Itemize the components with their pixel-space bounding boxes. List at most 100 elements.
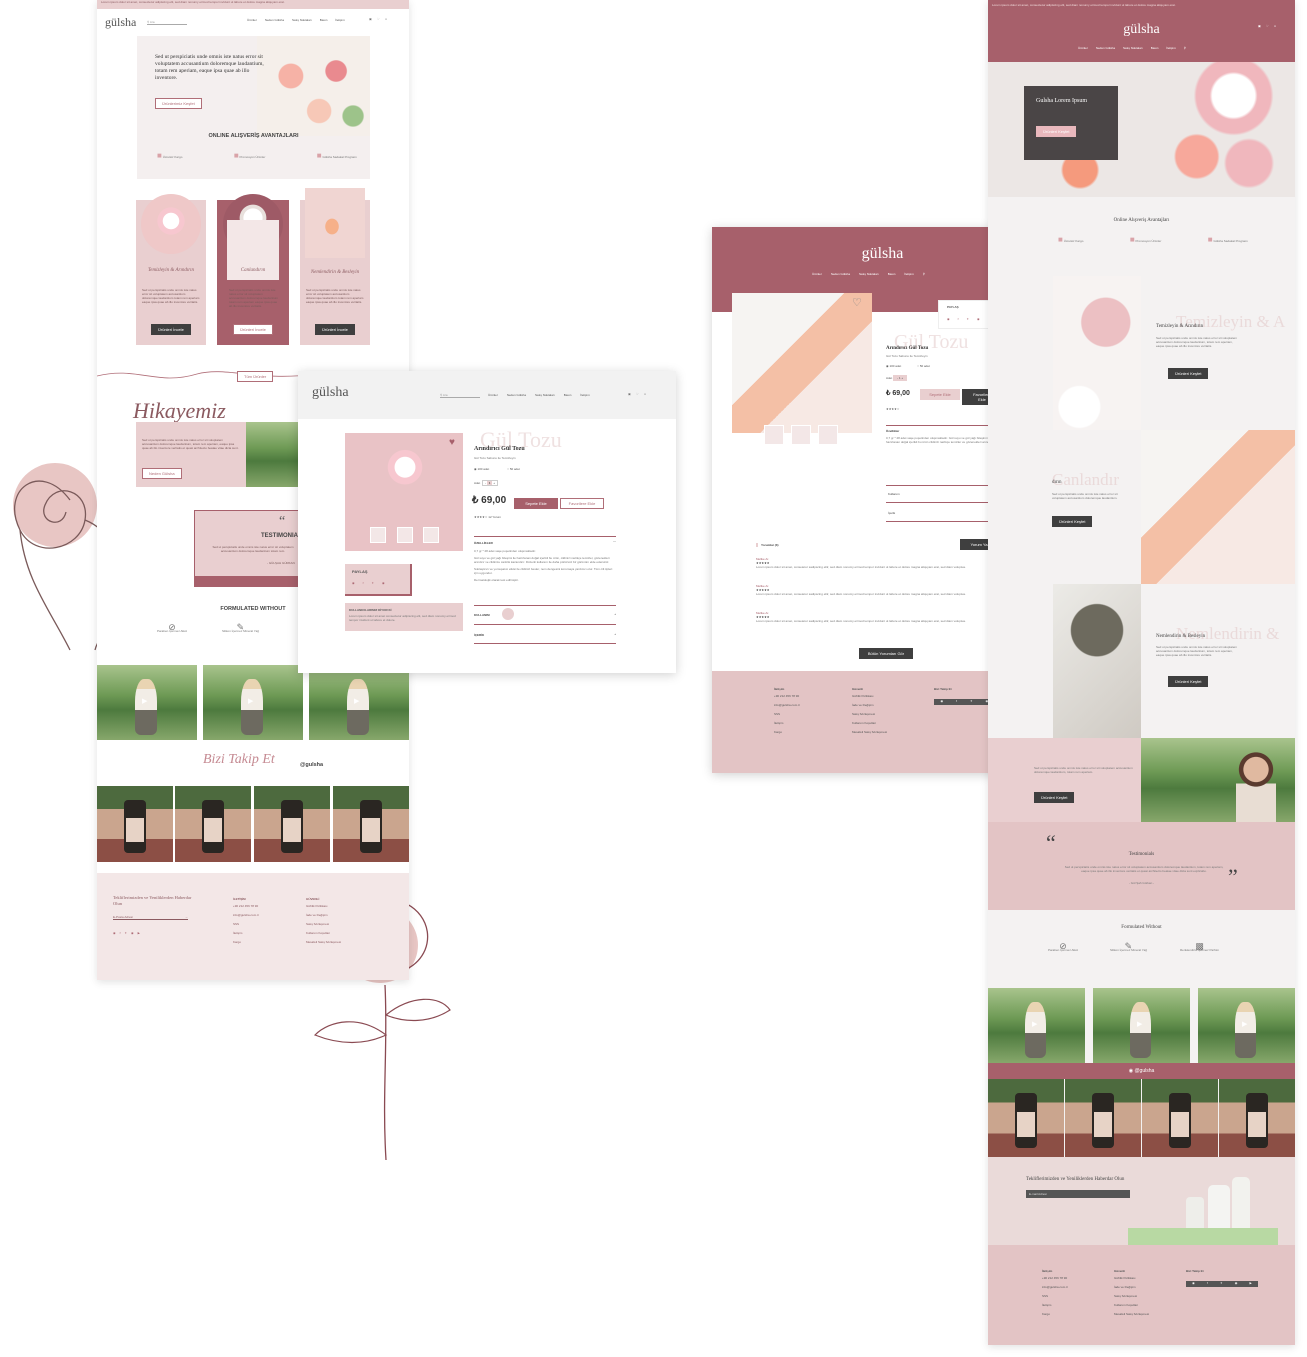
play-icon[interactable]: ▶ — [142, 697, 147, 705]
logo[interactable]: gülsha — [988, 22, 1295, 38]
heart-icon[interactable]: ♡ — [636, 392, 639, 396]
newsletter-input[interactable]: E-Posta Adresi → — [113, 915, 188, 920]
pinterest-icon[interactable]: ◉ — [1235, 1281, 1238, 1287]
footer-link[interactable]: İletişim — [1042, 1303, 1068, 1307]
instagram-post[interactable] — [1219, 1079, 1295, 1157]
contents-accordion[interactable]: İçerik + — [886, 505, 1002, 522]
bag-icon[interactable]: ▣ — [1258, 24, 1261, 28]
footer-link[interactable]: info@gulsha.com.tr — [774, 703, 800, 707]
facebook-icon[interactable]: f — [1207, 1281, 1208, 1287]
footer-link[interactable]: Mesafeli Satış Sözleşmesi — [852, 730, 887, 734]
nav-item[interactable]: Neden Gülsha — [507, 393, 526, 397]
footer-link[interactable]: Kargo — [1042, 1312, 1068, 1316]
footer-link[interactable]: SSS — [233, 922, 259, 926]
footer-link[interactable]: İade ve Değişim — [1114, 1285, 1149, 1289]
footer-link[interactable]: Mesafeli Satış Sözleşmesi — [1114, 1312, 1149, 1316]
footer-link[interactable]: Gizlilik Politikası — [852, 694, 887, 698]
add-to-cart-button[interactable]: Sepete Ekle — [514, 498, 558, 509]
gallery-thumbnail[interactable] — [370, 527, 386, 543]
facebook-icon[interactable]: f — [363, 581, 364, 585]
video-thumbnail[interactable]: ▶ — [309, 665, 409, 740]
twitter-icon[interactable]: ✦ — [371, 581, 374, 585]
footer-link[interactable]: info@gulsha.com.tr — [1042, 1285, 1068, 1289]
play-icon[interactable]: ▶ — [1032, 1020, 1037, 1028]
instagram-post[interactable] — [333, 786, 409, 862]
category-card[interactable]: Canlandırın Sed ut perspiciatis unde omn… — [217, 194, 289, 345]
footer-link[interactable]: Kullanım Koşulları — [852, 721, 887, 725]
expand-icon[interactable]: + — [614, 612, 616, 616]
nav-item[interactable]: Neden Gülsha — [265, 18, 284, 22]
size-radio[interactable]: ○ 50 adet — [507, 467, 520, 471]
instagram-icon[interactable]: ◉ — [1192, 1281, 1195, 1287]
footer-link[interactable]: Satış Sözleşmesi — [1114, 1294, 1149, 1298]
size-radio[interactable]: ◉ 100 adet — [474, 467, 489, 471]
play-icon[interactable]: ▶ — [354, 697, 359, 705]
video-thumbnail[interactable]: ▶ — [203, 665, 303, 740]
gallery-thumbnail[interactable] — [423, 527, 439, 543]
reviews-link[interactable]: 12 Yorum — [488, 515, 501, 519]
youtube-icon[interactable]: ▶ — [1250, 1281, 1252, 1287]
all-reviews-button[interactable]: Bütün Yorumları Gör — [859, 648, 913, 659]
contents-accordion[interactable]: İÇERİK + — [474, 629, 616, 644]
size-radio[interactable]: ○ 50 adet — [917, 364, 930, 368]
footer-link[interactable]: Kullanım Koşulları — [1114, 1303, 1149, 1307]
gallery-thumbnail[interactable] — [818, 425, 838, 445]
section-button[interactable]: Ürünleri Keşfet — [1168, 676, 1209, 687]
category-button[interactable]: Ürünleri İncele — [315, 324, 355, 335]
category-card[interactable]: Nemlendirin & Besleyin Sed ut perspiciat… — [300, 188, 370, 345]
category-button[interactable]: Ürünleri İncele — [151, 324, 191, 335]
instagram-post[interactable] — [175, 786, 251, 862]
facebook-icon[interactable]: f — [958, 317, 959, 321]
play-icon[interactable]: ▶ — [1242, 1020, 1247, 1028]
facebook-icon[interactable]: f — [956, 699, 957, 705]
video-thumbnail[interactable]: ▶ — [1093, 988, 1190, 1063]
footer-link[interactable]: +90 212 456 78 90 — [1042, 1276, 1068, 1280]
user-icon[interactable]: ☺ — [644, 392, 647, 396]
usage-accordion[interactable]: KULLANIM + — [474, 605, 616, 625]
instagram-post[interactable] — [1142, 1079, 1218, 1157]
pinterest-icon[interactable]: ◉ — [131, 931, 134, 935]
footer-link[interactable]: İletişim — [774, 721, 800, 725]
newsletter-input[interactable]: E-mail Adresi — [1026, 1190, 1130, 1198]
instagram-post[interactable] — [1065, 1079, 1141, 1157]
story-button[interactable]: Ürünleri Keşfet — [1034, 792, 1075, 803]
nav-item[interactable]: İletişim — [904, 272, 913, 276]
footer-link[interactable]: Satış Sözleşmesi — [852, 712, 887, 716]
youtube-icon[interactable]: ▶ — [138, 931, 140, 935]
twitter-icon[interactable]: ✦ — [970, 699, 973, 705]
nav-item[interactable]: Ürünler — [488, 393, 498, 397]
instagram-icon[interactable]: ◉ — [352, 581, 355, 585]
footer-link[interactable]: Gizlilik Politikası — [1114, 1276, 1149, 1280]
pinterest-icon[interactable]: ◉ — [977, 317, 980, 321]
twitter-icon[interactable]: ✦ — [124, 931, 127, 935]
nav-item[interactable]: Ürünler — [247, 18, 257, 22]
nav-item[interactable]: Satış Noktaları — [859, 272, 879, 276]
nav-item[interactable]: Satış Noktaları — [535, 393, 555, 397]
footer-link[interactable]: İletişim — [233, 931, 259, 935]
twitter-icon[interactable]: ✦ — [966, 317, 969, 321]
footer-link[interactable]: Kargo — [774, 730, 800, 734]
nav-item[interactable]: Basın — [564, 393, 572, 397]
bag-icon[interactable]: ▣ — [628, 392, 631, 396]
instagram-icon[interactable]: ◉ — [941, 699, 944, 705]
instagram-bar[interactable]: ◉ @gulsha — [988, 1063, 1295, 1079]
arrow-right-icon[interactable]: → — [185, 915, 188, 919]
nav-item[interactable]: Basın — [888, 272, 896, 276]
footer-link[interactable]: SSS — [774, 712, 800, 716]
collapse-icon[interactable]: — — [613, 539, 616, 543]
twitter-icon[interactable]: ✦ — [1220, 1281, 1223, 1287]
gallery-thumbnail[interactable] — [397, 527, 413, 543]
instagram-post[interactable] — [254, 786, 330, 862]
user-icon[interactable]: ☺ — [385, 17, 388, 21]
instagram-post[interactable] — [97, 786, 173, 862]
facebook-icon[interactable]: f — [120, 931, 121, 935]
category-card[interactable]: Temizleyin & Arındırın Sed ut perspiciat… — [136, 194, 206, 345]
search-icon[interactable]: ⚲ — [923, 272, 925, 276]
gallery-thumbnail[interactable] — [764, 425, 784, 445]
footer-link[interactable]: Mesafeli Satış Sözleşmesi — [306, 940, 341, 944]
instagram-icon[interactable]: ◉ — [113, 931, 116, 935]
usage-accordion[interactable]: Kullanım + — [886, 485, 1002, 503]
nav-item[interactable]: Satış Noktaları — [1123, 46, 1143, 50]
nav-item[interactable]: İletişim — [335, 18, 344, 22]
search-input[interactable]: ⚲ Ara — [147, 20, 187, 25]
